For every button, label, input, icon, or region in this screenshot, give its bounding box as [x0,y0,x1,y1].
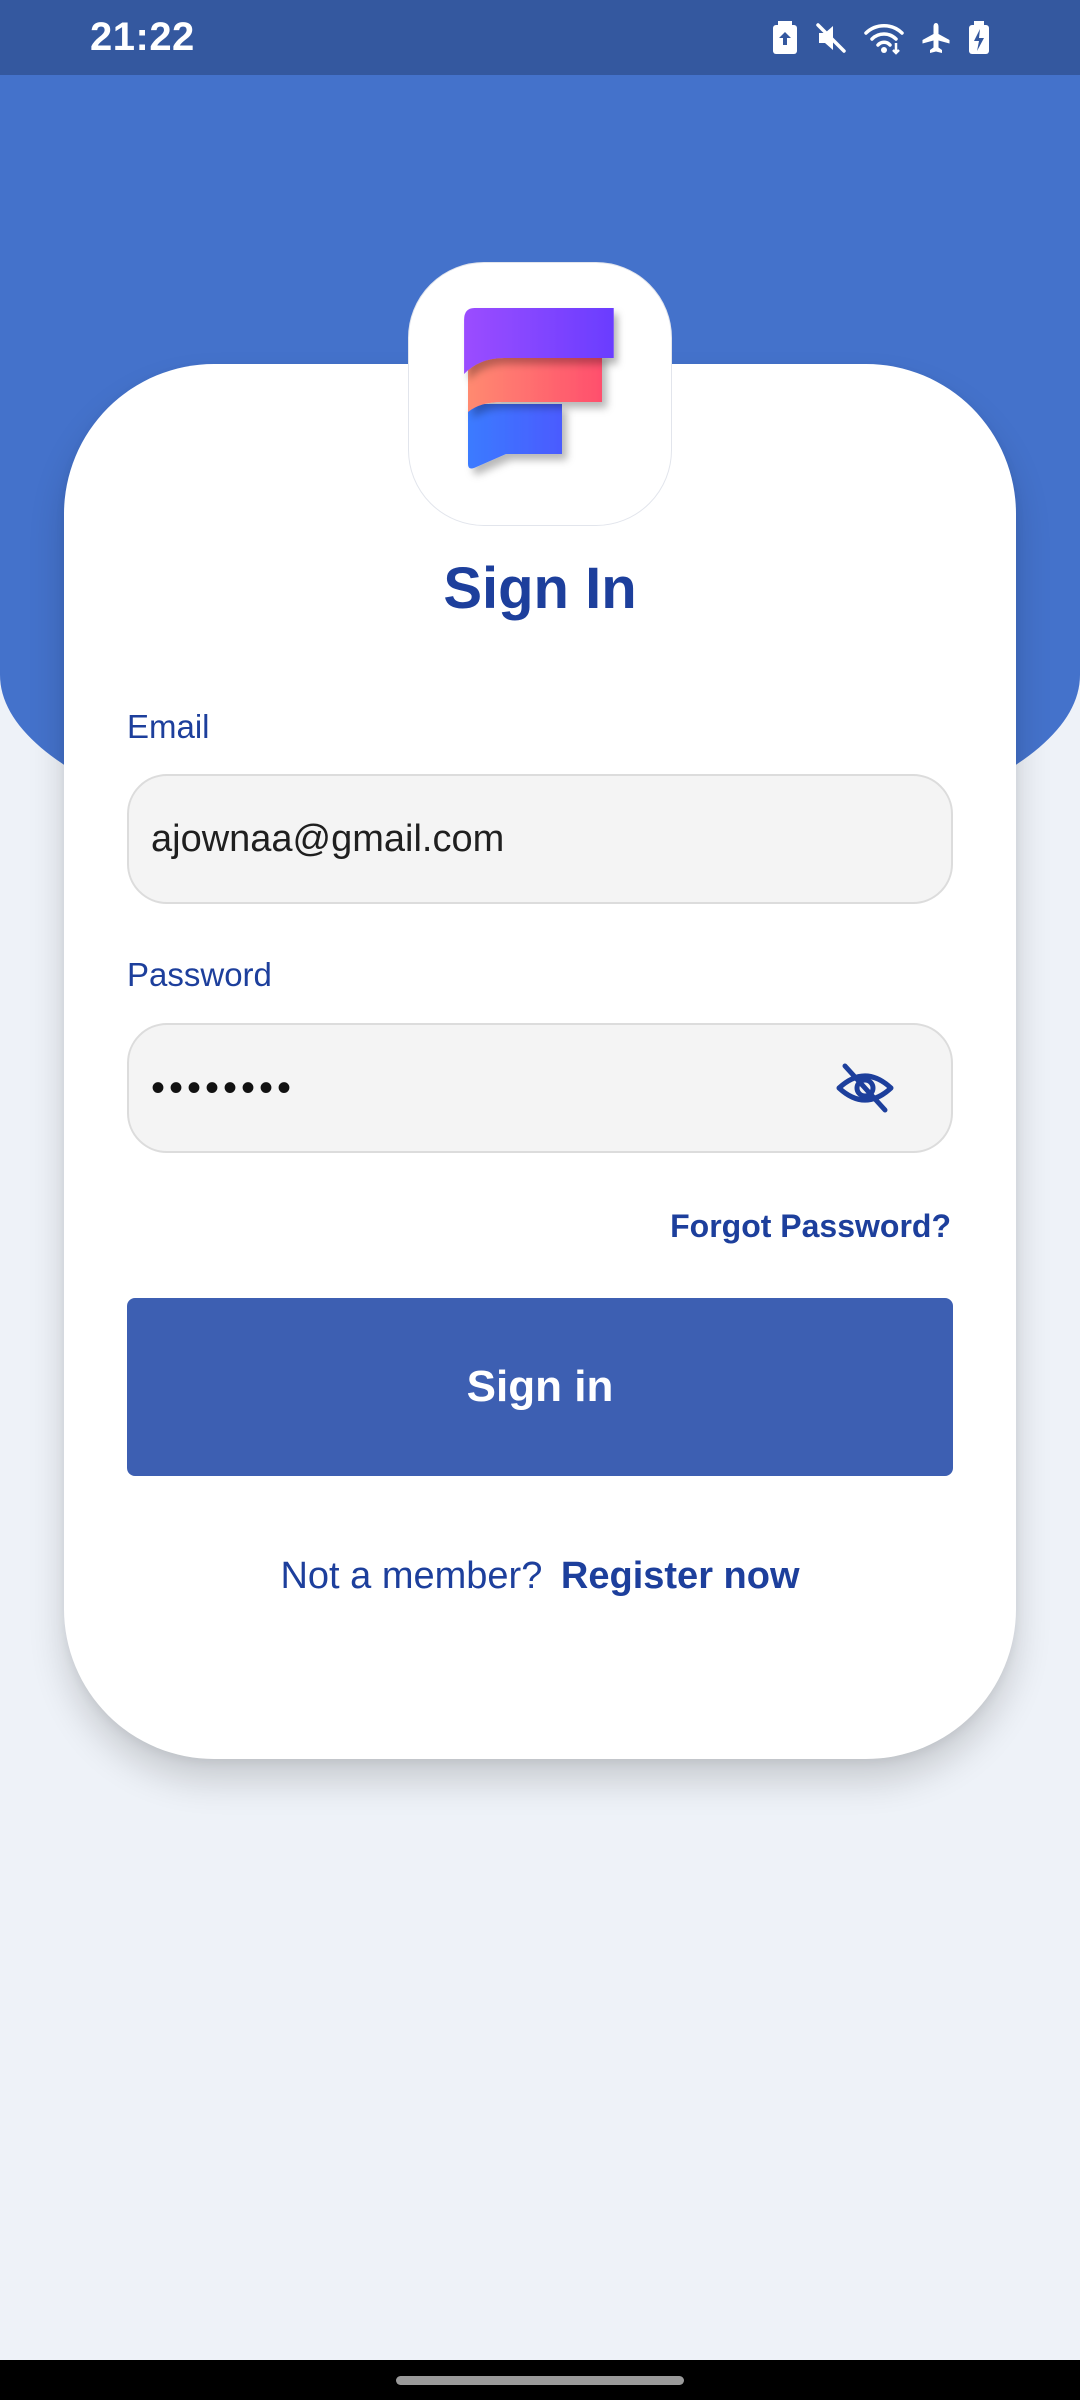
status-icons [772,20,990,55]
sign-in-button[interactable]: Sign in [127,1298,953,1476]
eye-off-icon[interactable] [835,1062,895,1114]
password-value: •••••••• [151,1065,296,1110]
battery-charging-icon [969,20,989,54]
app-logo [408,262,672,526]
email-value: ajownaa@gmail.com [151,817,505,860]
page-title: Sign In [443,556,637,621]
register-line: Not a member? Register now [0,1555,1080,1598]
home-gesture-handle[interactable] [396,2376,684,2385]
email-label: Email [127,708,210,745]
register-now-link[interactable]: Register now [561,1555,800,1597]
password-field[interactable]: •••••••• [127,1023,953,1153]
status-bar: 21:22 [0,0,1080,75]
email-field[interactable]: ajownaa@gmail.com [127,774,953,904]
wifi-icon [864,23,904,55]
app-logo-icon [464,308,614,469]
forgot-password-link[interactable]: Forgot Password? [670,1208,951,1245]
register-prompt: Not a member? [280,1555,543,1597]
password-label: Password [127,956,272,993]
battery-saver-icon [773,20,797,54]
airplane-icon [922,22,950,53]
status-time: 21:22 [90,15,195,59]
mute-icon [816,22,846,53]
